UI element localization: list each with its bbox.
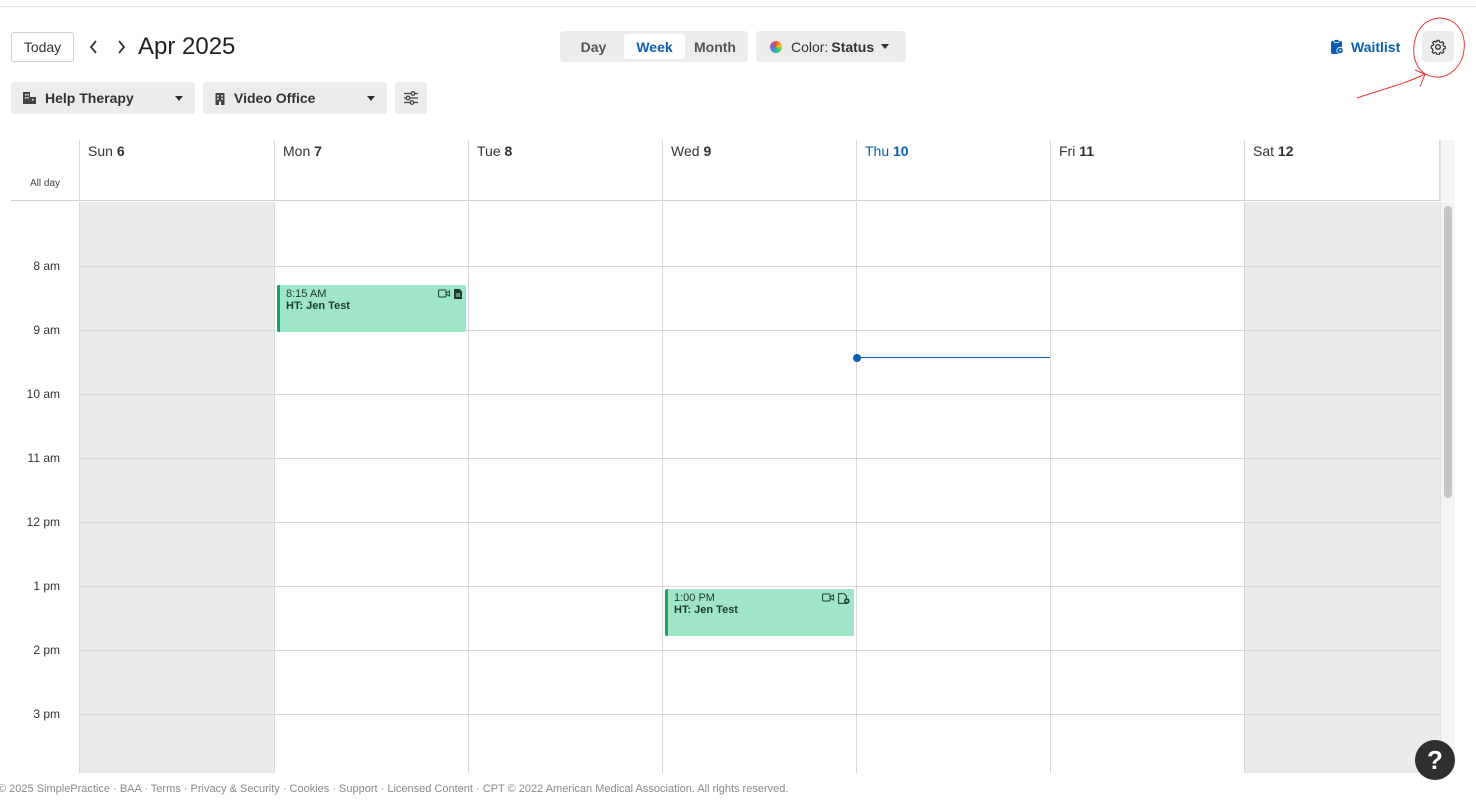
footer-legal-text: © 2025 SimplePractice · BAA · Terms · Pr… bbox=[0, 783, 789, 795]
today-button[interactable]: Today bbox=[11, 32, 74, 62]
time-label: 12 pm bbox=[26, 515, 60, 529]
day-header-sat[interactable]: Sat 12 bbox=[1244, 140, 1440, 200]
time-label: 10 am bbox=[26, 387, 60, 401]
view-week-button[interactable]: Week bbox=[624, 34, 685, 59]
current-time-dot bbox=[853, 354, 861, 362]
day-column-thu[interactable] bbox=[856, 202, 1050, 773]
time-label: 3 pm bbox=[33, 707, 60, 721]
day-header-fri[interactable]: Fri 11 bbox=[1050, 140, 1244, 200]
day-header-label: Sun 6 bbox=[88, 143, 125, 159]
color-wheel-icon bbox=[770, 40, 782, 53]
view-day-button[interactable]: Day bbox=[563, 34, 624, 59]
color-prefix: Color: bbox=[791, 38, 829, 55]
day-column-fri[interactable] bbox=[1050, 202, 1244, 773]
time-label: 9 am bbox=[33, 323, 60, 337]
view-month-button[interactable]: Month bbox=[685, 34, 745, 59]
next-week-button[interactable] bbox=[113, 38, 129, 56]
chevron-left-icon bbox=[89, 40, 97, 54]
day-column-tue[interactable] bbox=[468, 202, 662, 773]
day-header-mon[interactable]: Mon 7 bbox=[274, 140, 468, 200]
event-title: HT: Jen Test bbox=[286, 300, 350, 312]
office-select-label: Video Office bbox=[234, 90, 316, 106]
view-switcher: Day Week Month bbox=[560, 31, 748, 62]
top-divider bbox=[0, 6, 1476, 7]
previous-week-button[interactable] bbox=[86, 38, 102, 56]
waitlist-label: Waitlist bbox=[1351, 39, 1401, 55]
day-header-label: Sat 12 bbox=[1253, 143, 1294, 159]
filter-settings-button[interactable] bbox=[395, 82, 427, 114]
time-grid: 8 am 9 am 10 am 11 am 12 pm 1 pm 2 pm 3 … bbox=[0, 202, 1476, 773]
header-scroll-gutter bbox=[1440, 140, 1455, 201]
help-button[interactable]: ? bbox=[1415, 740, 1455, 780]
building-icon bbox=[23, 92, 36, 104]
day-header-label: Fri 11 bbox=[1059, 143, 1095, 159]
time-label: 1 pm bbox=[33, 579, 60, 593]
time-label: 8 am bbox=[33, 259, 60, 273]
practice-select-label: Help Therapy bbox=[45, 90, 134, 106]
scrollbar-thumb[interactable] bbox=[1444, 206, 1452, 498]
calendar-scrollbar[interactable] bbox=[1440, 202, 1455, 773]
video-icon bbox=[822, 593, 834, 602]
day-header-tue[interactable]: Tue 8 bbox=[468, 140, 662, 200]
office-select[interactable]: Video Office bbox=[203, 82, 387, 114]
color-value: Status bbox=[831, 38, 875, 55]
day-column-wed[interactable] bbox=[662, 202, 856, 773]
hour-line bbox=[79, 586, 1440, 587]
all-day-label: All day bbox=[30, 178, 61, 189]
color-by-dropdown[interactable]: Color: Status bbox=[756, 31, 906, 62]
sliders-icon bbox=[404, 91, 418, 105]
time-label: 11 am bbox=[27, 451, 60, 465]
day-column-sun[interactable] bbox=[79, 202, 274, 773]
current-time-line bbox=[857, 357, 1050, 358]
hour-line bbox=[79, 458, 1440, 459]
time-label: 2 pm bbox=[33, 643, 60, 657]
hour-line bbox=[79, 650, 1440, 651]
note-add-icon bbox=[838, 593, 850, 604]
appointment-event[interactable]: 1:00 PM HT: Jen Test bbox=[665, 589, 854, 636]
week-calendar: Sun 6 Mon 7 Tue 8 Wed 9 Thu 10 Fri 11 Sa… bbox=[0, 140, 1476, 773]
day-header-sun[interactable]: Sun 6 bbox=[79, 140, 274, 200]
day-header-label: Wed 9 bbox=[671, 143, 712, 159]
event-title: HT: Jen Test bbox=[674, 604, 738, 616]
office-building-icon bbox=[215, 92, 225, 105]
hour-line bbox=[79, 394, 1440, 395]
hour-line bbox=[79, 714, 1440, 715]
clipboard-clock-icon bbox=[1331, 39, 1344, 55]
caret-down-icon bbox=[175, 95, 183, 101]
day-header-thu-today[interactable]: Thu 10 bbox=[856, 140, 1050, 200]
waitlist-link[interactable]: Waitlist bbox=[1330, 38, 1400, 56]
day-header-label: Thu 10 bbox=[865, 143, 909, 159]
settings-button[interactable] bbox=[1422, 31, 1454, 62]
caret-down-icon bbox=[881, 44, 890, 49]
video-icon bbox=[438, 289, 450, 298]
header-divider bbox=[11, 200, 1440, 201]
hour-line bbox=[79, 266, 1440, 267]
day-column-sat[interactable] bbox=[1244, 202, 1440, 773]
gear-icon bbox=[1430, 39, 1446, 55]
day-header-label: Tue 8 bbox=[477, 143, 513, 159]
caret-down-icon bbox=[367, 95, 375, 101]
hour-line bbox=[79, 522, 1440, 523]
day-header-label: Mon 7 bbox=[283, 143, 322, 159]
practice-select[interactable]: Help Therapy bbox=[11, 82, 195, 114]
chevron-right-icon bbox=[118, 40, 126, 54]
note-icon bbox=[454, 289, 462, 299]
appointment-event[interactable]: 8:15 AM HT: Jen Test bbox=[277, 285, 466, 332]
month-title: Apr 2025 bbox=[138, 33, 236, 60]
day-header-wed[interactable]: Wed 9 bbox=[662, 140, 856, 200]
